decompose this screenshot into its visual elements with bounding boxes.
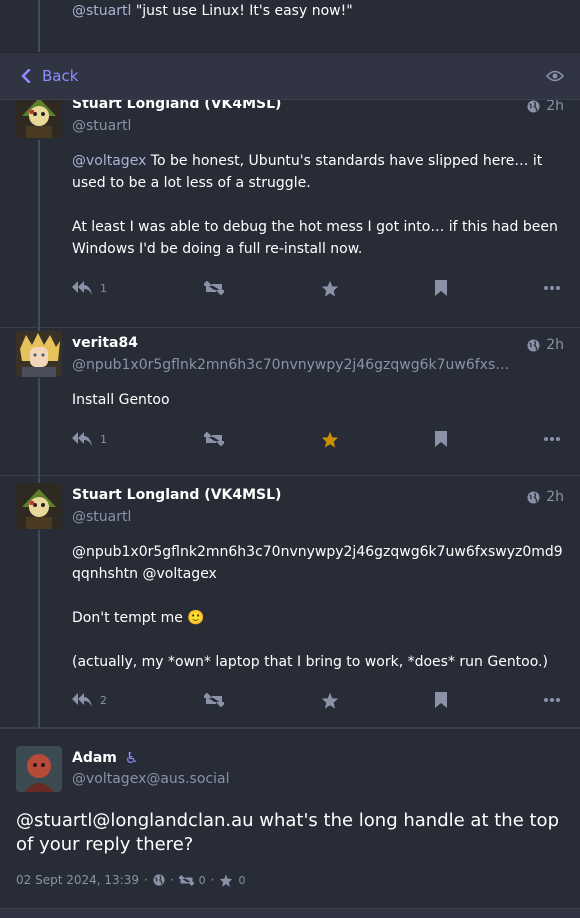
status-content: @npub1x0r5gflnk2mn6h3c70nvnywpy2j46gzqwg…	[72, 541, 564, 673]
paragraph: @npub1x0r5gflnk2mn6h3c70nvnywpy2j46gzqwg…	[72, 541, 564, 585]
reply-all-icon	[72, 281, 92, 295]
bookmark-icon	[435, 692, 448, 708]
focused-status[interactable]: Adam ♿ @voltagex@aus.social @stuartl@lon…	[0, 728, 580, 908]
action-bar: 2	[72, 688, 560, 712]
account-handle[interactable]: @voltagex@aus.social	[72, 771, 229, 787]
globe-icon	[527, 99, 540, 113]
bottom-divider	[0, 908, 580, 918]
display-name[interactable]: Adam ♿	[72, 749, 138, 767]
status-content: Install Gentoo	[72, 389, 564, 411]
display-name[interactable]: verita84	[72, 335, 138, 351]
status[interactable]: verita84 @npub1x0r5gflnk2mn6h3c70nvnywpy…	[0, 328, 580, 476]
partial-status[interactable]: @stuartl "just use Linux! It's easy now!…	[0, 0, 580, 52]
account-handle[interactable]: @npub1x0r5gflnk2mn6h3c70nvnywpy2j46gzqwg…	[72, 357, 512, 373]
star-icon	[321, 431, 338, 448]
retweet-icon	[203, 693, 224, 707]
reply-all-icon	[72, 693, 92, 707]
bookmark-button[interactable]	[435, 431, 448, 447]
paragraph: (actually, my *own* laptop that I bring …	[72, 654, 548, 670]
more-button[interactable]	[544, 698, 560, 702]
favourite-button[interactable]	[321, 280, 339, 297]
ellipsis-icon	[544, 286, 560, 290]
status-content: @stuartl@longlandclan.au what's the long…	[16, 810, 559, 855]
globe-icon	[153, 874, 165, 886]
reply-all-icon	[72, 432, 92, 446]
thread-line	[38, 476, 40, 483]
more-button[interactable]	[544, 286, 560, 290]
boost-button[interactable]	[203, 432, 224, 446]
favourite-button[interactable]	[321, 431, 339, 448]
ellipsis-icon	[544, 437, 560, 441]
globe-icon	[527, 338, 540, 352]
account-handle[interactable]: @stuartl	[72, 509, 131, 525]
back-label: Back	[42, 67, 79, 85]
mention-link[interactable]: @npub1x0r5gflnk2mn6h3c70nvnywpy2j46gzqwg…	[72, 544, 563, 582]
paragraph: @voltagex To be honest, Ubuntu's standar…	[72, 153, 543, 191]
more-button[interactable]	[544, 437, 560, 441]
avatar[interactable]	[16, 746, 62, 792]
bookmark-button[interactable]	[435, 280, 448, 296]
back-button[interactable]: Back	[20, 67, 78, 85]
reply-button[interactable]: 1	[72, 280, 107, 296]
star-icon	[321, 692, 338, 709]
mention-link[interactable]: @stuartl	[72, 3, 131, 19]
bookmark-icon	[435, 431, 448, 447]
ellipsis-icon	[544, 698, 560, 702]
retweet-icon	[178, 874, 194, 886]
avatar[interactable]	[16, 331, 62, 377]
star-icon	[220, 874, 233, 887]
eye-icon[interactable]	[545, 67, 565, 86]
accessibility-badge-icon: ♿	[124, 749, 139, 767]
status-time[interactable]: 2h	[527, 337, 564, 353]
action-bar: 1	[72, 276, 560, 300]
action-bar: 1	[72, 427, 560, 451]
reply-button[interactable]: 2	[72, 692, 107, 708]
paragraph: Don't tempt me 🙂	[72, 610, 205, 626]
star-icon	[321, 280, 338, 297]
retweet-icon	[203, 432, 224, 446]
bookmark-icon	[435, 280, 448, 296]
status-content: @stuartl "just use Linux! It's easy now!…	[72, 3, 353, 19]
paragraph: At least I was able to debug the hot mes…	[72, 219, 558, 257]
thread-line	[38, 140, 40, 328]
status-date[interactable]: 02 Sept 2024, 13:39	[16, 873, 139, 887]
status[interactable]: Stuart Longland (VK4MSL) @stuartl 2h @vo…	[0, 92, 580, 328]
timeline: @stuartl "just use Linux! It's easy now!…	[0, 0, 580, 918]
reply-button[interactable]: 1	[72, 431, 107, 447]
bookmark-button[interactable]	[435, 692, 448, 708]
thread-line	[38, 0, 40, 52]
mention-link[interactable]: @voltagex	[72, 153, 146, 169]
column-header: Back	[0, 52, 580, 100]
thread-line	[38, 530, 40, 728]
boost-button[interactable]	[203, 281, 224, 295]
status-time[interactable]: 2h	[527, 489, 564, 505]
retweet-icon	[203, 281, 224, 295]
status-meta: 02 Sept 2024, 13:39 · · 0 · 0	[16, 873, 246, 887]
status-content: @voltagex To be honest, Ubuntu's standar…	[72, 150, 564, 260]
display-name[interactable]: Stuart Longland (VK4MSL)	[72, 487, 281, 503]
globe-icon	[527, 490, 540, 504]
paragraph: Install Gentoo	[72, 392, 170, 408]
favourite-button[interactable]	[321, 692, 339, 709]
chevron-left-icon	[21, 69, 31, 83]
status-time[interactable]: 2h	[527, 98, 564, 114]
status[interactable]: Stuart Longland (VK4MSL) @stuartl 2h @np…	[0, 476, 580, 728]
avatar[interactable]	[16, 483, 62, 529]
account-handle[interactable]: @stuartl	[72, 118, 131, 134]
boost-count[interactable]: 0	[199, 874, 206, 887]
favourite-count[interactable]: 0	[238, 874, 245, 887]
thread-line	[38, 378, 40, 476]
boost-button[interactable]	[203, 693, 224, 707]
